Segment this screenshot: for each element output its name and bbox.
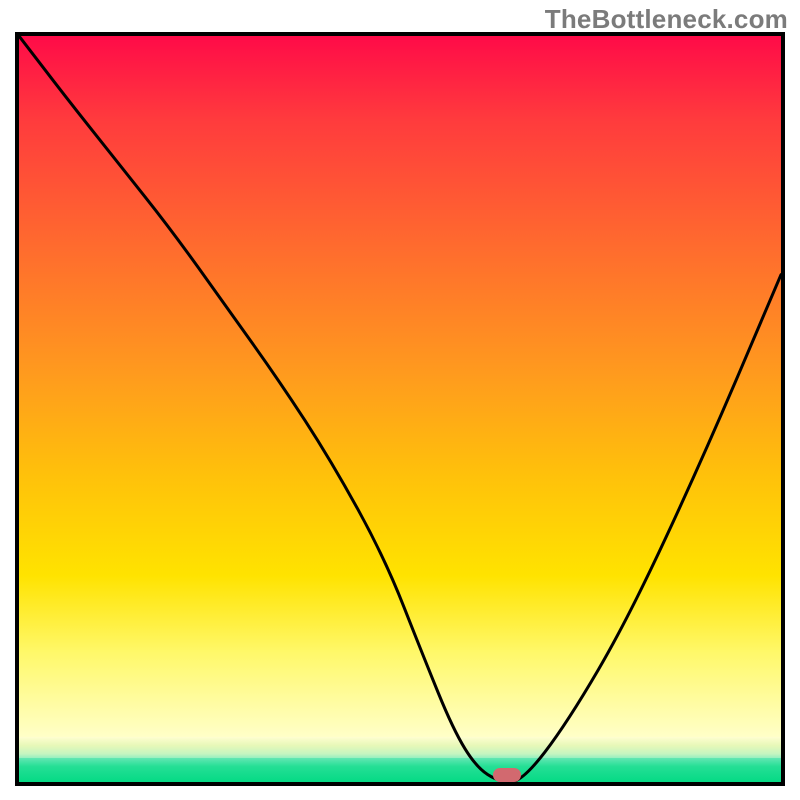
plot-area — [15, 32, 785, 786]
chart-frame: TheBottleneck.com — [0, 0, 800, 800]
optimal-point-marker — [493, 768, 521, 782]
bottleneck-curve — [19, 36, 781, 782]
watermark-text: TheBottleneck.com — [545, 4, 788, 35]
